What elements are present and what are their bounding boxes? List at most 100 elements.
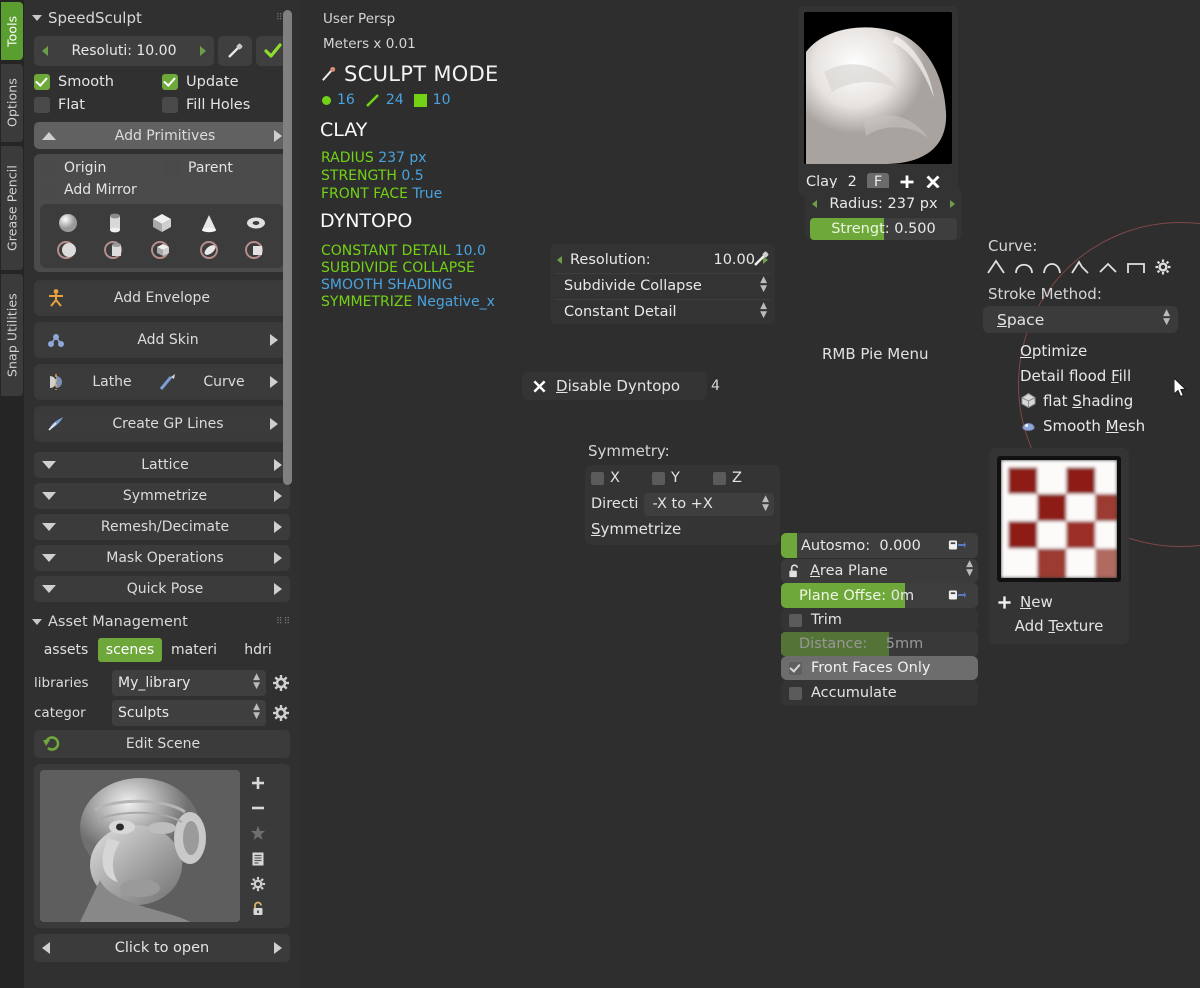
primitive-torus-button[interactable]	[233, 209, 280, 236]
category-row[interactable]: categor Sculpts ▲ ▼	[34, 700, 290, 726]
tab-grease-pencil[interactable]: Grease Pencil	[1, 146, 23, 270]
primitive-cylinder-mirror-button[interactable]	[91, 236, 138, 263]
dyntopo-mode-updown-icon[interactable]: ▲ ▼	[760, 276, 767, 294]
add-texture-button[interactable]: Add Texture	[989, 614, 1129, 638]
section-remesh-decimate[interactable]: Remesh/Decimate	[34, 514, 290, 540]
dyntopo-res-dec-icon[interactable]	[557, 255, 562, 264]
asset-tab-materials[interactable]: materi	[162, 638, 226, 662]
stroke-method-updown-icon[interactable]: ▲ ▼	[1163, 309, 1170, 327]
symmetry-axis-z[interactable]: Z	[713, 470, 774, 486]
favorite-asset-button[interactable]	[248, 823, 268, 843]
front-faces-only-row[interactable]: Front Faces Only	[781, 656, 978, 680]
checkbox-flat[interactable]: Flat	[34, 97, 162, 113]
add-asset-button[interactable]	[248, 773, 268, 793]
curve-round-icon[interactable]	[1042, 259, 1062, 275]
edit-scene-button[interactable]: Edit Scene	[34, 730, 290, 758]
lattice-arrow-icon[interactable]	[274, 459, 282, 471]
sidebar-scrollbar[interactable]	[283, 10, 292, 485]
section-mask-operations[interactable]: Mask Operations	[34, 545, 290, 571]
primitive-plane-mirror-button[interactable]	[233, 236, 280, 263]
checkbox-origin[interactable]: Origin	[40, 160, 160, 176]
menu-item-flat-shading[interactable]: flat Shading	[1020, 388, 1200, 413]
libraries-gear-icon[interactable]	[272, 674, 290, 692]
tab-options[interactable]: Options	[1, 64, 23, 142]
libraries-dropdown[interactable]: My_library ▲ ▼	[112, 670, 266, 696]
primitive-cone-mirror-button[interactable]	[186, 236, 233, 263]
eyedropper-button[interactable]	[218, 36, 252, 66]
brush-preview-thumbnail[interactable]	[804, 12, 952, 164]
curve-smooth-icon[interactable]	[1014, 259, 1034, 275]
quickpose-arrow-icon[interactable]	[274, 583, 282, 595]
symmetry-direction-updown-icon[interactable]: ▲ ▼	[762, 494, 769, 513]
asset-thumbnail[interactable]	[40, 770, 240, 922]
trim-checkbox-icon[interactable]	[789, 613, 802, 627]
checkbox-smooth[interactable]: Smooth	[34, 74, 162, 90]
gear-icon[interactable]	[1154, 258, 1172, 276]
add-primitives-button[interactable]: Add Primitives	[34, 122, 290, 149]
3d-viewport[interactable]: User Persp Meters x 0.01 SCULPT MODE 16 …	[300, 0, 1200, 988]
symmetry-x-checkbox-icon[interactable]	[591, 471, 604, 485]
expand-up-triangle-icon[interactable]	[42, 131, 56, 140]
dyntopo-eyedropper-icon[interactable]	[752, 250, 770, 268]
trim-checkbox-row[interactable]: Trim	[781, 608, 978, 632]
tab-snap-utilities[interactable]: Snap Utilities	[1, 274, 23, 396]
accumulate-checkbox-row[interactable]: Accumulate	[781, 680, 978, 706]
mask-expand-icon[interactable]	[42, 554, 56, 562]
asset-tab-hdri[interactable]: hdri	[226, 638, 290, 662]
asset-list-button[interactable]	[248, 849, 268, 869]
symmetrize-arrow-icon[interactable]	[274, 490, 282, 502]
symmetry-axis-y[interactable]: Y	[652, 470, 713, 486]
primitive-cylinder-button[interactable]	[91, 209, 138, 236]
category-gear-icon[interactable]	[272, 704, 290, 722]
add-envelope-button[interactable]: Add Envelope	[38, 284, 286, 312]
primitive-sphere-mirror-button[interactable]	[44, 236, 91, 263]
add-skin-button[interactable]: Add Skin	[38, 326, 286, 354]
asset-collapse-triangle-icon[interactable]	[32, 619, 42, 625]
animate-icon[interactable]	[948, 587, 966, 603]
primitive-sphere-button[interactable]	[44, 209, 91, 236]
add-primitives-arrow-icon[interactable]	[274, 129, 282, 142]
asset-tab-scenes[interactable]: scenes	[98, 638, 162, 662]
symmetrize-expand-icon[interactable]	[42, 492, 56, 500]
symmetry-axis-x[interactable]: X	[591, 470, 652, 486]
primitive-cube-button[interactable]	[138, 209, 185, 236]
menu-item-detail-flood-fill[interactable]: Detail flood Fill	[1020, 363, 1200, 388]
new-texture-button[interactable]: New	[989, 590, 1129, 614]
remove-asset-button[interactable]	[248, 798, 268, 818]
parent-checkbox-icon[interactable]	[164, 160, 180, 176]
origin-checkbox-icon[interactable]	[40, 160, 56, 176]
accumulate-checkbox-icon[interactable]	[789, 686, 802, 700]
lathe-curve-row[interactable]: Lathe Curve	[38, 368, 286, 396]
flat-checkbox-icon[interactable]	[34, 97, 50, 113]
symmetry-direction-dropdown[interactable]: -X to +X ▲ ▼	[644, 492, 774, 516]
area-plane-updown-icon[interactable]: ▲ ▼	[966, 560, 973, 578]
curve-sphere-icon[interactable]	[1098, 259, 1118, 275]
libraries-row[interactable]: libraries My_library ▲ ▼	[34, 670, 290, 696]
create-gp-lines-button[interactable]: Create GP Lines	[38, 410, 286, 438]
category-updown-icon[interactable]: ▲ ▼	[253, 703, 260, 721]
remesh-arrow-icon[interactable]	[274, 521, 282, 533]
next-asset-arrow-icon[interactable]	[274, 942, 282, 954]
asset-settings-button[interactable]	[248, 874, 268, 894]
lattice-expand-icon[interactable]	[42, 461, 56, 469]
update-checkbox-icon[interactable]	[162, 74, 178, 90]
checkbox-add-mirror[interactable]: Add Mirror	[40, 182, 284, 198]
smooth-checkbox-icon[interactable]	[34, 74, 50, 90]
animate-icon[interactable]	[948, 537, 966, 553]
unlock-icon[interactable]	[787, 563, 802, 579]
dyntopo-mode-dropdown[interactable]: Subdivide Collapse ▲ ▼	[554, 273, 771, 298]
increment-arrow-icon[interactable]	[200, 46, 206, 56]
collapse-triangle-icon[interactable]	[32, 15, 42, 21]
checkbox-fill-holes[interactable]: Fill Holes	[162, 97, 290, 113]
lock-asset-button[interactable]	[248, 899, 268, 919]
symmetry-direction-row[interactable]: Directi -X to +X ▲ ▼	[585, 491, 780, 517]
lathe-label[interactable]: Lathe	[70, 374, 154, 390]
asset-tab-assets[interactable]: assets	[34, 638, 98, 662]
asset-panel-grip-icon[interactable]: ⠿⠿	[276, 617, 292, 626]
brush-strength-slider[interactable]: Strengt: 0.500	[810, 218, 957, 240]
section-symmetrize[interactable]: Symmetrize	[34, 483, 290, 509]
curve-label[interactable]: Curve	[182, 374, 266, 390]
checkbox-update[interactable]: Update	[162, 74, 290, 90]
curve-root-icon[interactable]	[1070, 259, 1090, 275]
checkbox-parent[interactable]: Parent	[164, 160, 284, 176]
